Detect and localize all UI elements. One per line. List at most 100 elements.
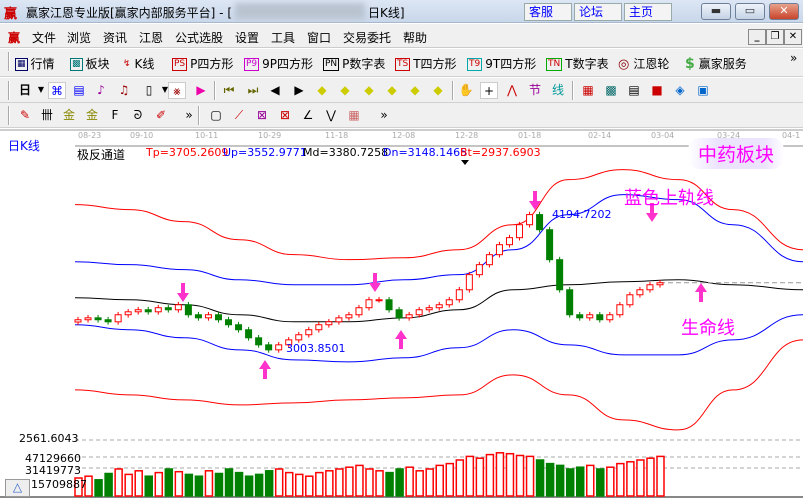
kline-chart[interactable]: 日K线 08-23 09-10 10-11 10-29 11-18 12-08 12-28 0… xyxy=(0,128,803,499)
spiral-icon[interactable]: ᘐ xyxy=(129,107,147,124)
gann-lines-icon[interactable]: 卌 xyxy=(38,107,56,124)
gann-square-icon[interactable]: ⊠ xyxy=(253,107,271,124)
pen-icon[interactable]: ✎ xyxy=(16,107,34,124)
mdi-restore-button[interactable]: ❐ xyxy=(766,29,784,45)
fibonacci-icon[interactable]: F xyxy=(106,107,124,124)
maximize-button[interactable]: ▭ xyxy=(735,3,765,20)
gann-box-icon[interactable]: ⊠ xyxy=(276,107,294,124)
volume-bar xyxy=(435,464,444,497)
candle xyxy=(636,289,644,296)
volume-bar xyxy=(345,466,354,497)
homepage-button[interactable]: 主页 xyxy=(624,3,672,21)
menu-formula[interactable]: 公式选股 xyxy=(175,29,223,46)
candle xyxy=(435,304,443,309)
volume-bar xyxy=(385,471,394,497)
date-tick: 10-29 xyxy=(258,131,282,140)
separator xyxy=(452,81,454,100)
candle xyxy=(164,307,172,311)
section-icon[interactable]: 节 xyxy=(526,82,544,99)
gold-ratio-icon[interactable]: 金 xyxy=(60,107,78,124)
network-icon[interactable]: ◈ xyxy=(671,82,689,99)
gold-ratio2-icon[interactable]: 金 xyxy=(83,107,101,124)
zigzag-icon[interactable]: ⋁ xyxy=(322,107,340,124)
winner-service-button[interactable]: $ 赢家服务 xyxy=(684,55,747,72)
zoom-right-icon[interactable]: ◆ xyxy=(336,82,354,99)
menu-trade[interactable]: 交易委托 xyxy=(343,29,391,46)
sector-button[interactable]: ▩ 板块 xyxy=(70,55,110,72)
grid-icon[interactable]: ▦ xyxy=(345,107,363,124)
reverse-icon[interactable]: ⨳ xyxy=(168,82,186,99)
9p-square-button[interactable]: P9 9P四方形 xyxy=(244,55,313,72)
kline-button[interactable]: ↯ K线 xyxy=(122,55,154,72)
candle xyxy=(114,314,122,323)
volume-bar xyxy=(164,468,174,497)
shrink-icon[interactable]: ◆ xyxy=(383,82,401,99)
gann-wheel-label: 江恩轮 xyxy=(633,57,670,71)
ts-icon: TS xyxy=(395,58,411,71)
arrow-up-icon xyxy=(259,360,271,379)
line-draw-icon[interactable]: ⋀ xyxy=(503,82,521,99)
menu-help[interactable]: 帮助 xyxy=(403,29,427,46)
zoom-out-icon[interactable]: ◆ xyxy=(429,82,447,99)
candle xyxy=(646,284,654,291)
chart-view-icon[interactable]: ⌘ xyxy=(48,82,66,99)
calendar-icon[interactable]: ▦ xyxy=(579,82,597,99)
volume-toggle-button[interactable]: △ xyxy=(5,479,30,497)
crosshair-icon[interactable]: + xyxy=(480,82,498,99)
indicator9-icon[interactable]: ♫ xyxy=(115,82,133,99)
high-price-label: 4194.7202 xyxy=(552,208,612,221)
zoom-left-icon[interactable]: ◆ xyxy=(313,82,331,99)
menu-tools[interactable]: 工具 xyxy=(271,29,295,46)
menu-settings[interactable]: 设置 xyxy=(235,29,259,46)
9t-square-button[interactable]: T9 9T四方形 xyxy=(467,55,536,72)
menu-info[interactable]: 资讯 xyxy=(103,29,127,46)
forum-button[interactable]: 论坛 xyxy=(574,3,622,21)
menu-window[interactable]: 窗口 xyxy=(307,29,331,46)
t-square-button[interactable]: TS T四方形 xyxy=(395,55,457,72)
mdi-minimize-button[interactable]: _ xyxy=(748,29,766,45)
last-icon[interactable]: ⏭ xyxy=(244,82,262,99)
scroll-right-icon[interactable]: ▶ xyxy=(290,82,308,99)
notes-icon[interactable]: ▤ xyxy=(70,82,88,99)
report-icon[interactable]: ▤ xyxy=(625,82,643,99)
line-tool-icon[interactable]: 线 xyxy=(549,82,567,99)
expand-icon[interactable]: ◆ xyxy=(360,82,378,99)
period-label: 日K线 xyxy=(8,139,40,153)
toolbar1-more-button[interactable]: » xyxy=(790,51,797,65)
hand-icon[interactable]: ✋ xyxy=(457,82,475,99)
menu-file[interactable]: 文件 xyxy=(32,29,56,46)
customer-service-button[interactable]: 客服 xyxy=(524,3,572,21)
p-square-button[interactable]: PS P四方形 xyxy=(172,55,233,72)
fan-icon[interactable]: ⟋ xyxy=(230,107,248,124)
indicator-name: 极反通道 xyxy=(77,148,126,162)
candle xyxy=(134,309,142,313)
p-number-table-button[interactable]: PN P数字表 xyxy=(323,55,385,72)
volume-bar xyxy=(134,470,143,497)
volume-profile-icon[interactable]: ▶ xyxy=(192,82,210,99)
minimize-button[interactable]: ▬ xyxy=(701,3,731,20)
indicator3-icon[interactable]: ♪ xyxy=(92,82,110,99)
t-number-table-button[interactable]: TN T数字表 xyxy=(546,55,609,72)
calculator-icon[interactable]: ▩ xyxy=(602,82,620,99)
candle xyxy=(124,311,132,316)
zoom-in-icon[interactable]: ◆ xyxy=(406,82,424,99)
close-button[interactable]: ✕ xyxy=(769,3,799,20)
quote-button[interactable]: ▦ 行情 xyxy=(15,55,55,72)
save-icon[interactable]: ■ xyxy=(648,82,666,99)
box-icon[interactable]: ▢ xyxy=(207,107,225,124)
print-icon[interactable]: ▣ xyxy=(694,82,712,99)
volume-bar xyxy=(425,468,434,497)
menu-gann[interactable]: 江恩 xyxy=(139,29,163,46)
mdi-close-button[interactable]: ✕ xyxy=(784,29,802,45)
volume-bar xyxy=(656,455,665,497)
angle-fan-icon[interactable]: ∠ xyxy=(299,107,317,124)
gann-wheel-button[interactable]: ◎ 江恩轮 xyxy=(617,55,669,72)
toolbar3-more-button[interactable]: » xyxy=(375,107,393,124)
scroll-left-icon[interactable]: ◀ xyxy=(266,82,284,99)
volume-bar xyxy=(194,475,204,497)
pen-ruler-icon[interactable]: ✐ xyxy=(152,107,170,124)
menu-browse[interactable]: 浏览 xyxy=(67,29,91,46)
pn-icon: PN xyxy=(323,58,340,71)
toolbar3-more-left-button[interactable]: » xyxy=(180,107,198,124)
first-icon[interactable]: ⏮ xyxy=(220,82,238,99)
